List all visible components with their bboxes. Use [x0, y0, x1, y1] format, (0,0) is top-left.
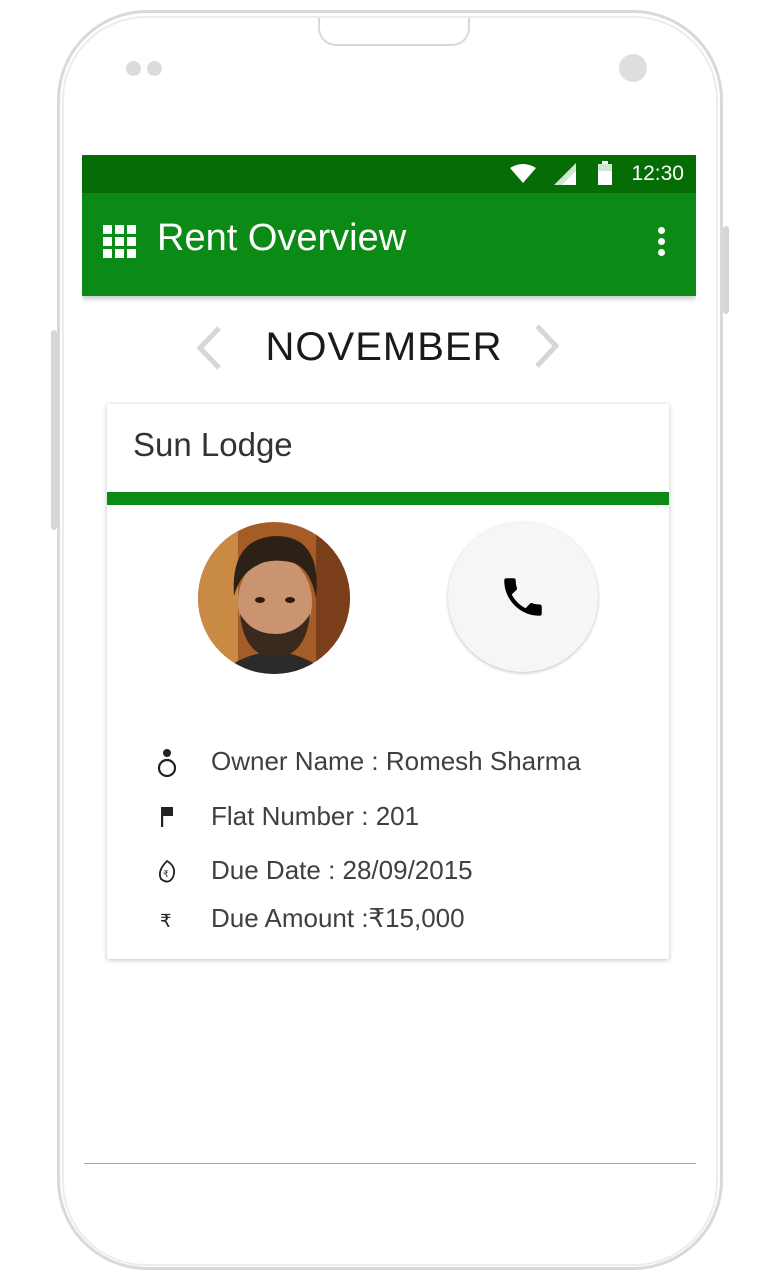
owner-avatar	[198, 522, 350, 674]
flat-number: Flat Number : 201	[211, 801, 420, 831]
bottom-divider	[84, 1163, 696, 1164]
person-icon	[157, 749, 177, 778]
front-camera	[619, 54, 647, 82]
wifi-icon	[510, 164, 536, 183]
owner-name-row: Owner Name : Romesh Sharma	[107, 746, 669, 782]
due-date-icon: ₹	[158, 859, 176, 883]
due-amount-row: ₹ Due Amount :₹15,000	[107, 903, 669, 939]
phone-icon	[504, 578, 542, 616]
svg-text:₹: ₹	[163, 870, 169, 880]
power-button	[723, 226, 729, 314]
sensor-dot	[147, 61, 162, 76]
card-accent-bar	[107, 492, 669, 505]
more-vert-icon[interactable]	[658, 227, 666, 257]
rupee-icon: ₹	[160, 911, 171, 932]
owner-name: Owner Name : Romesh Sharma	[211, 746, 581, 776]
status-bar: 12:30	[82, 155, 696, 193]
flat-number-row: Flat Number : 201	[107, 801, 669, 837]
sensor-dot	[126, 61, 141, 76]
screen: 12:30 Rent Overview NOVEMBER Sun Lodge O…	[82, 155, 696, 1165]
app-bar: Rent Overview	[82, 193, 696, 296]
due-amount: Due Amount :₹15,000	[211, 903, 465, 933]
svg-text:₹: ₹	[160, 911, 171, 932]
chevron-right-icon[interactable]	[533, 324, 561, 368]
volume-button	[51, 330, 57, 530]
app-title: Rent Overview	[157, 217, 407, 259]
battery-icon	[598, 161, 612, 185]
speaker-notch	[318, 18, 470, 46]
month-title: NOVEMBER	[265, 325, 503, 369]
grid-icon[interactable]	[103, 225, 137, 259]
property-name: Sun Lodge	[133, 426, 293, 463]
signal-icon	[554, 163, 576, 185]
due-date: Due Date : 28/09/2015	[211, 855, 473, 885]
call-button[interactable]	[448, 522, 598, 672]
flag-icon	[161, 807, 173, 827]
status-time: 12:30	[631, 162, 684, 185]
due-date-row: ₹ Due Date : 28/09/2015	[107, 855, 669, 891]
property-card[interactable]: Sun Lodge Owner Name: Romesh Sharma Fla…	[107, 404, 669, 959]
